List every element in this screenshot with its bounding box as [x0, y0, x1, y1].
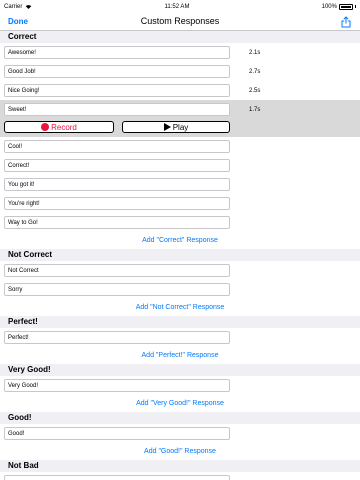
record-icon [41, 123, 50, 131]
response-field[interactable]: Way to Go! [4, 216, 230, 229]
response-row[interactable]: Good! [0, 424, 360, 443]
add-response-row: Add "Very Good!" Response [0, 395, 360, 412]
response-row[interactable]: Way to Go! [0, 213, 360, 232]
section-header: Not Correct [0, 249, 360, 261]
record-button[interactable]: Record [4, 121, 114, 133]
add-response-row: Add "Not Correct" Response [0, 299, 360, 316]
status-time: 11:52 AM [164, 3, 190, 10]
response-row[interactable]: Very Good! [0, 376, 360, 395]
status-left: Carrier [4, 4, 32, 10]
response-field[interactable]: Correct! [4, 159, 230, 172]
add-response-row: Add "Correct" Response [0, 232, 360, 249]
response-field[interactable]: Perfect! [4, 331, 230, 344]
duration-label: 2.5s [249, 87, 261, 94]
battery-percent: 100% [321, 3, 337, 10]
duration-label: 2.1s [249, 49, 261, 56]
add-response-row: Add "Perfect!" Response [0, 347, 360, 364]
add-response-button[interactable]: Add "Not Correct" Response [136, 304, 225, 311]
selected-response: Sweet! 1.7s Record Play [0, 100, 360, 137]
duration-label: 2.7s [249, 68, 261, 75]
section-header: Not Bad [0, 460, 360, 472]
done-button[interactable]: Done [8, 17, 28, 26]
add-response-button[interactable]: Add "Very Good!" Response [136, 400, 224, 407]
battery-icon [338, 3, 353, 10]
navigation-bar: Done [0, 13, 360, 31]
response-field[interactable]: Cool! [4, 140, 230, 153]
recording-controls: Record Play [0, 119, 360, 137]
play-icon [163, 123, 171, 131]
play-button[interactable]: Play [122, 121, 230, 133]
response-row[interactable]: You're right! [0, 194, 360, 213]
response-row[interactable] [0, 472, 360, 480]
response-row[interactable]: You got it! [0, 175, 360, 194]
play-label: Play [172, 122, 189, 132]
section-header: Good! [0, 412, 360, 424]
response-field[interactable] [4, 475, 230, 480]
response-row[interactable]: Sorry [0, 280, 360, 299]
response-row[interactable]: Not Correct [0, 261, 360, 280]
response-row[interactable]: Sweet! 1.7s [0, 100, 360, 119]
response-field[interactable]: Sorry [4, 283, 230, 296]
duration-label: 1.7s [249, 106, 261, 113]
response-field[interactable]: Awesome! [4, 46, 230, 59]
response-row[interactable]: Good Job! 2.7s [0, 62, 360, 81]
response-field[interactable]: Not Correct [4, 264, 230, 277]
responses-list: Correct Awesome! 2.1s Good Job! 2.7s Nice Goi… [0, 31, 360, 480]
section-header: Very Good! [0, 364, 360, 376]
carrier-label: Carrier [4, 3, 23, 10]
add-response-row: Add "Good!" Response [0, 443, 360, 460]
wifi-icon [26, 5, 32, 9]
response-field[interactable]: You're right! [4, 197, 230, 210]
add-response-button[interactable]: Add "Good!" Response [144, 448, 216, 455]
battery-tip [354, 5, 356, 8]
response-field[interactable]: Sweet! [4, 103, 230, 116]
battery-indicator: 100% [321, 3, 356, 10]
add-response-button[interactable]: Add "Correct" Response [142, 237, 218, 244]
response-row[interactable]: Perfect! [0, 328, 360, 347]
response-field[interactable]: Good Job! [4, 65, 230, 78]
response-field[interactable]: Nice Going! [4, 84, 230, 97]
response-row[interactable]: Awesome! 2.1s [0, 43, 360, 62]
response-row[interactable]: Cool! [0, 137, 360, 156]
response-field[interactable]: Very Good! [4, 379, 230, 392]
response-field[interactable]: You got it! [4, 178, 230, 191]
status-bar: Carrier 11:52 AM 100% [0, 0, 360, 13]
response-row[interactable]: Nice Going! 2.5s [0, 81, 360, 100]
add-response-button[interactable]: Add "Perfect!" Response [142, 352, 219, 359]
section-header: Correct [0, 31, 360, 43]
response-field[interactable]: Good! [4, 427, 230, 440]
battery-fill [340, 5, 351, 8]
record-label: Record [51, 122, 77, 132]
section-header: Perfect! [0, 316, 360, 328]
response-row[interactable]: Correct! [0, 156, 360, 175]
share-icon[interactable] [340, 15, 352, 28]
